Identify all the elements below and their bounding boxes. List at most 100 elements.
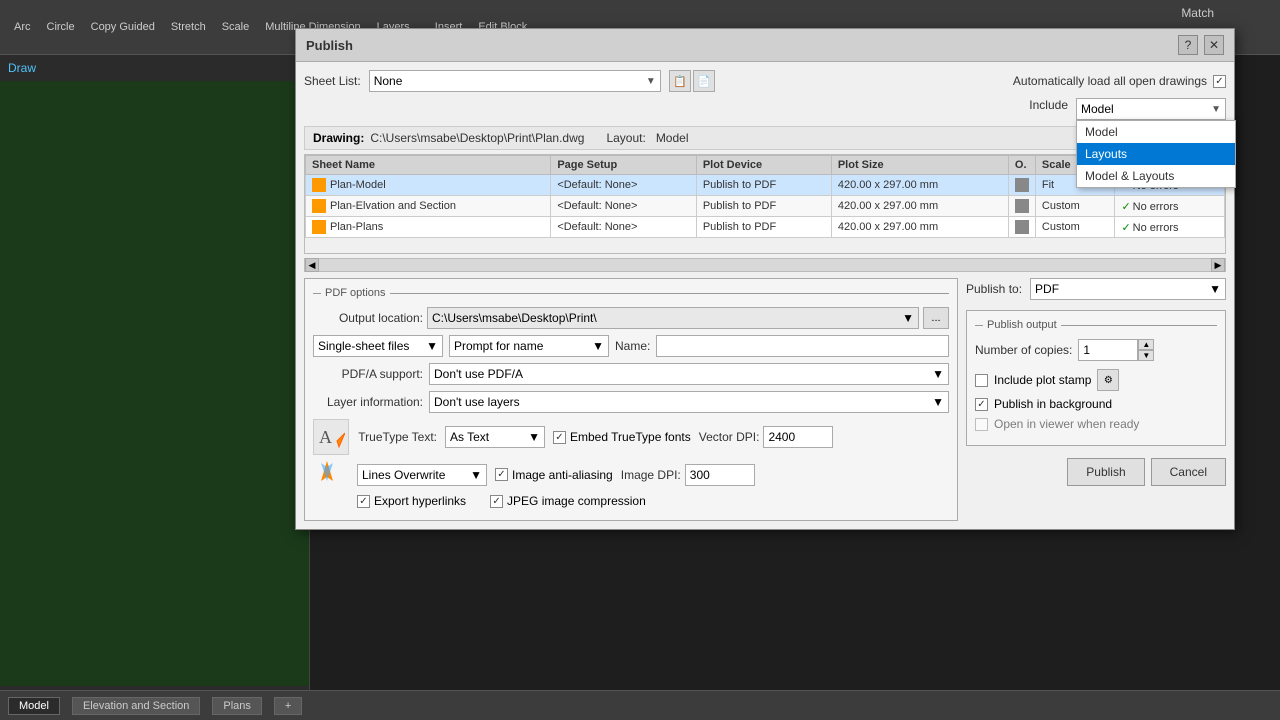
publish-output-group: Publish output Number of copies: ▲ ▼ [966, 310, 1226, 446]
auto-load-row: Automatically load all open drawings [1013, 74, 1226, 88]
layer-info-select[interactable]: Don't use layers ▼ [429, 391, 949, 413]
pdf-panel: PDF options Output location: C:\Users\ms… [304, 278, 958, 521]
stamp-settings-icon[interactable]: ⚙ [1097, 369, 1119, 391]
tab-plans[interactable]: Plans [212, 697, 262, 715]
include-dropdown[interactable]: Model ▼ [1076, 98, 1226, 120]
include-option-layouts[interactable]: Layouts [1077, 143, 1235, 165]
sheet-files-select[interactable]: Single-sheet files ▼ [313, 335, 443, 357]
sheet-list-select[interactable]: None ▼ [369, 70, 661, 92]
include-row: Include Model ▼ Model Layouts Model & La… [304, 98, 1226, 120]
cancel-button[interactable]: Cancel [1151, 458, 1226, 486]
auto-load-checkbox[interactable] [1213, 75, 1226, 88]
col-plot-device: Plot Device [696, 156, 831, 175]
table-row[interactable]: Plan-Elvation and Section <Default: None… [306, 196, 1225, 217]
copies-up[interactable]: ▲ [1138, 339, 1154, 350]
lines-row: Lines Overwrite ▼ Image anti-aliasing Im… [313, 459, 949, 490]
sheet-list-label: Sheet List: [304, 74, 361, 88]
scroll-left[interactable]: ◀ [305, 258, 319, 272]
tab-model[interactable]: Model [8, 697, 60, 715]
scroll-track[interactable] [319, 259, 1211, 271]
background-checkbox[interactable] [975, 398, 988, 411]
embed-checkbox-row: Embed TrueType fonts [553, 430, 691, 444]
embed-label: Embed TrueType fonts [570, 430, 691, 444]
toolbar-arc[interactable]: Arc [8, 19, 37, 35]
output-location-input[interactable]: C:\Users\msabe\Desktop\Print\ ▼ [427, 307, 919, 329]
toolbar-scale[interactable]: Scale [216, 19, 256, 35]
vector-dpi-input[interactable] [763, 426, 833, 448]
pdf-panel-title: PDF options [313, 287, 949, 299]
status-bar: Model Elevation and Section Plans + [0, 690, 1280, 720]
vector-dpi-label: Vector DPI: [699, 430, 760, 444]
browse-button[interactable]: ... [923, 307, 949, 329]
sheet-list-value: None [374, 74, 403, 88]
toolbar-copy[interactable]: Copy Guided [85, 19, 161, 35]
pdfa-select[interactable]: Don't use PDF/A ▼ [429, 363, 949, 385]
viewer-checkbox[interactable] [975, 418, 988, 431]
output-location-row: Output location: C:\Users\msabe\Desktop\… [313, 307, 949, 329]
col-o: O. [1008, 156, 1035, 175]
toolbar-stretch[interactable]: Stretch [165, 19, 212, 35]
lines-icon-placeholder [313, 459, 349, 490]
h-scrollbar[interactable]: ◀ ▶ [304, 258, 1226, 272]
copies-input[interactable] [1078, 339, 1138, 361]
plot-stamp-checkbox[interactable] [975, 374, 988, 387]
output-location-label: Output location: [313, 311, 423, 325]
layout-label: Layout: [606, 131, 645, 145]
jpeg-label: JPEG image compression [507, 494, 646, 508]
bottom-buttons: Publish Cancel [966, 458, 1226, 486]
embed-checkbox[interactable] [553, 431, 566, 444]
sheet-icon-2[interactable]: 📄 [693, 70, 715, 92]
scroll-right[interactable]: ▶ [1211, 258, 1225, 272]
modal-titlebar: Publish ? ✕ [296, 29, 1234, 62]
modal-title: Publish [306, 38, 353, 53]
sheet-icon-1[interactable]: 📋 [669, 70, 691, 92]
layer-info-label: Layer information: [313, 395, 423, 409]
sheet-name-row: Single-sheet files ▼ Prompt for name ▼ N… [313, 335, 949, 357]
toolbar-circle[interactable]: Circle [41, 19, 81, 35]
left-panel: Draw [0, 55, 310, 690]
tab-add[interactable]: + [274, 697, 302, 715]
export-row: Export hyperlinks JPEG image compression [313, 494, 949, 508]
sheet-icons: 📋 📄 [669, 70, 715, 92]
jpeg-row: JPEG image compression [474, 494, 646, 508]
image-dpi-group: Image DPI: [621, 464, 949, 486]
draw-label: Draw [0, 55, 309, 81]
right-panel: Publish to: PDF ▼ Publish output Number … [966, 278, 1226, 521]
help-button[interactable]: ? [1178, 35, 1198, 55]
truetype-select[interactable]: As Text ▼ [445, 426, 545, 448]
name-input[interactable] [656, 335, 949, 357]
tab-elevation[interactable]: Elevation and Section [72, 697, 200, 715]
copies-label: Number of copies: [975, 343, 1072, 357]
copies-spinner: ▲ ▼ [1138, 339, 1154, 361]
prompt-name-select[interactable]: Prompt for name ▼ [449, 335, 609, 357]
include-option-both[interactable]: Model & Layouts [1077, 165, 1235, 187]
include-option-model[interactable]: Model [1077, 121, 1235, 143]
background-row: Publish in background [975, 397, 1217, 411]
table-row[interactable]: Plan-Plans <Default: None> Publish to PD… [306, 217, 1225, 238]
copies-row: Number of copies: ▲ ▼ [975, 339, 1217, 361]
publish-to-row: Publish to: PDF ▼ [966, 278, 1226, 300]
toolbar-match[interactable]: Match [1175, 4, 1220, 22]
anti-alias-checkbox[interactable] [495, 468, 508, 481]
copies-down[interactable]: ▼ [1138, 350, 1154, 361]
publish-button[interactable]: Publish [1067, 458, 1144, 486]
viewer-label: Open in viewer when ready [994, 417, 1139, 431]
anti-alias-label: Image anti-aliasing [512, 468, 613, 482]
include-popup: Model Layouts Model & Layouts [1076, 120, 1236, 188]
svg-text:A: A [319, 427, 332, 447]
image-dpi-input[interactable] [685, 464, 755, 486]
include-dropdown-container: Model ▼ Model Layouts Model & Layouts [1076, 98, 1226, 120]
include-value: Model [1081, 102, 1114, 116]
lines-select[interactable]: Lines Overwrite ▼ [357, 464, 487, 486]
jpeg-checkbox[interactable] [490, 495, 503, 508]
output-title-text: Publish output [987, 319, 1057, 331]
export-links-label: Export hyperlinks [374, 494, 466, 508]
pdfa-label: PDF/A support: [313, 367, 423, 381]
publish-to-select[interactable]: PDF ▼ [1030, 278, 1226, 300]
pdfa-row: PDF/A support: Don't use PDF/A ▼ [313, 363, 949, 385]
close-button[interactable]: ✕ [1204, 35, 1224, 55]
viewer-row: Open in viewer when ready [975, 417, 1217, 431]
plot-stamp-row: Include plot stamp ⚙ [975, 369, 1217, 391]
lower-section: PDF options Output location: C:\Users\ms… [304, 278, 1226, 521]
export-links-checkbox[interactable] [357, 495, 370, 508]
